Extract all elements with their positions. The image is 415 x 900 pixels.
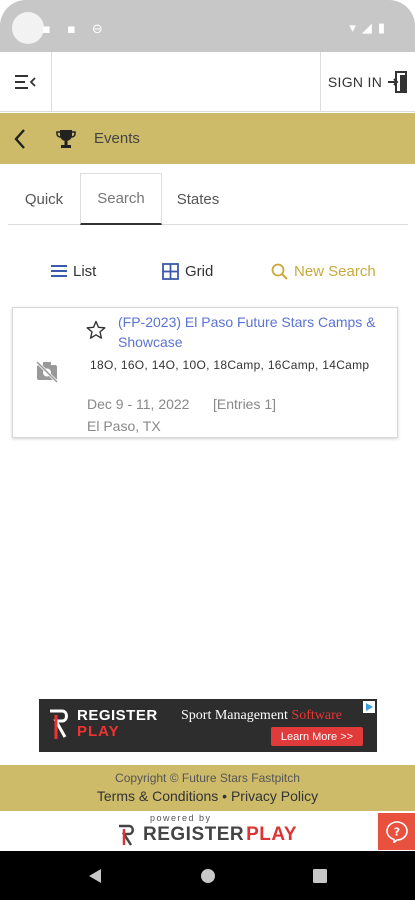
sign-in-label: SIGN IN bbox=[327, 74, 383, 90]
ad-tagline-text: Sport Management bbox=[181, 708, 288, 723]
back-button[interactable] bbox=[2, 113, 38, 164]
new-search-button[interactable]: New Search bbox=[271, 256, 376, 286]
ad-learn-more-button[interactable]: Learn More >> bbox=[271, 727, 363, 746]
brand-word2: PLAY bbox=[246, 824, 298, 845]
chevron-left-icon bbox=[14, 128, 25, 149]
ad-choices-icon[interactable] bbox=[363, 701, 375, 713]
event-entries: [Entries 1] bbox=[213, 396, 277, 412]
view-options: List Grid New Search bbox=[0, 256, 415, 286]
ad-brand-word2: PLAY bbox=[77, 723, 120, 740]
ad-tagline-highlight: Software bbox=[291, 708, 342, 723]
list-icon bbox=[51, 265, 67, 277]
status-bar: ▪ ▪ ⊖ ▾◢▮ bbox=[0, 0, 415, 52]
event-title-link[interactable]: (FP-2023) El Paso Future Stars Camps & S… bbox=[118, 312, 394, 352]
favorite-star-icon[interactable] bbox=[86, 320, 106, 340]
menu-button[interactable] bbox=[0, 52, 52, 112]
footer-copyright: Copyright © Future Stars Fastpitch bbox=[115, 771, 300, 785]
sign-in-door-icon bbox=[388, 71, 408, 93]
footer-separator: • bbox=[222, 788, 228, 804]
nav-home-icon bbox=[201, 868, 215, 883]
new-search-label: New Search bbox=[294, 262, 376, 280]
title-bar: Events bbox=[0, 113, 415, 164]
footer: Copyright © Future Stars Fastpitch Terms… bbox=[0, 765, 415, 811]
trophy-icon bbox=[46, 129, 86, 149]
no-image-icon bbox=[35, 361, 59, 383]
app-header: SIGN IN bbox=[0, 52, 415, 112]
tab-bar: Quick Search States bbox=[8, 173, 408, 225]
nav-home-button[interactable] bbox=[193, 851, 223, 900]
grid-icon bbox=[162, 262, 179, 280]
status-left-icons: ▪ ▪ ⊖ bbox=[42, 22, 109, 37]
brand-word1: REGISTER bbox=[143, 824, 245, 845]
event-dates: Dec 9 - 11, 2022 bbox=[87, 396, 190, 412]
powered-by-label: powered by bbox=[150, 813, 212, 823]
status-right-icons: ▾◢▮ bbox=[349, 21, 391, 36]
svg-text:?: ? bbox=[393, 825, 399, 838]
ad-tagline: Sport Management Software bbox=[181, 708, 342, 724]
tab-search[interactable]: Search bbox=[80, 173, 162, 225]
nav-back-icon bbox=[89, 868, 101, 883]
terms-link[interactable]: Terms & Conditions bbox=[97, 788, 218, 804]
sign-in-button[interactable]: SIGN IN bbox=[320, 52, 415, 112]
grid-view-button[interactable]: Grid bbox=[162, 256, 213, 286]
nav-recents-button[interactable] bbox=[305, 851, 335, 900]
menu-collapse-icon bbox=[14, 75, 36, 89]
nav-back-button[interactable] bbox=[80, 851, 110, 900]
ad-brand-word1: REGISTER bbox=[77, 707, 158, 724]
registerplay-brand[interactable]: REGISTER PLAY bbox=[117, 823, 297, 847]
tab-states[interactable]: States bbox=[162, 173, 234, 225]
nav-recents-icon bbox=[313, 868, 327, 883]
camera-cutout bbox=[12, 12, 44, 44]
footer-links: Terms & Conditions • Privacy Policy bbox=[0, 788, 415, 804]
privacy-link[interactable]: Privacy Policy bbox=[231, 788, 318, 804]
registerplay-logo-icon bbox=[50, 709, 68, 739]
event-location: El Paso, TX bbox=[87, 418, 161, 434]
powered-by-bar: powered by REGISTER PLAY bbox=[0, 811, 415, 851]
list-view-label: List bbox=[73, 262, 97, 280]
event-divisions: 18O, 16O, 14O, 10O, 18Camp, 16Camp, 14Ca… bbox=[90, 358, 370, 372]
page-title: Events bbox=[94, 130, 140, 147]
tab-quick[interactable]: Quick bbox=[8, 173, 80, 225]
ad-banner[interactable]: REGISTER PLAY Sport Management Software … bbox=[39, 699, 377, 752]
registerplay-logo-icon bbox=[119, 824, 134, 846]
help-button[interactable]: ? bbox=[378, 813, 415, 850]
list-view-button[interactable]: List bbox=[51, 256, 96, 286]
search-icon bbox=[271, 263, 288, 280]
system-nav-bar bbox=[0, 851, 415, 900]
event-card[interactable]: (FP-2023) El Paso Future Stars Camps & S… bbox=[12, 307, 398, 438]
help-icon: ? bbox=[385, 820, 408, 843]
grid-view-label: Grid bbox=[185, 262, 214, 280]
